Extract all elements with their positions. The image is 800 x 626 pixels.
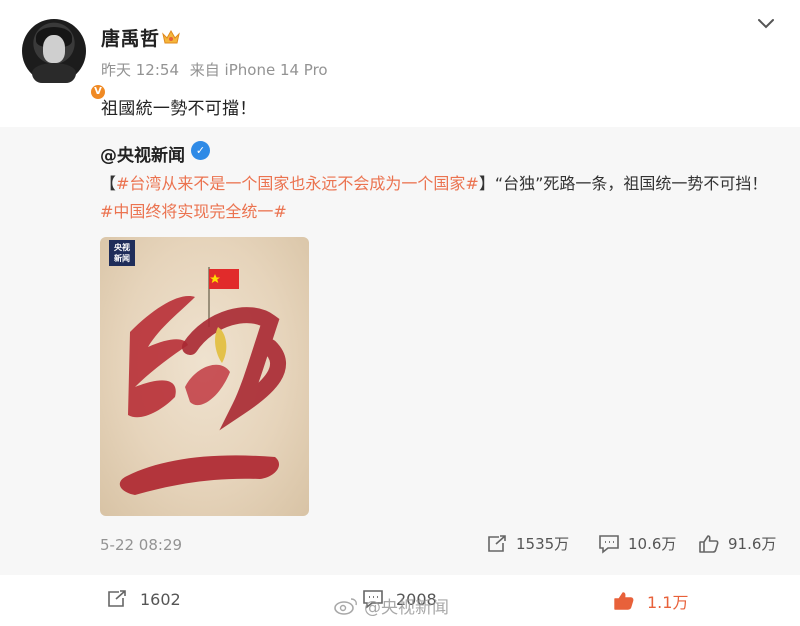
author-avatar[interactable]: V xyxy=(22,19,107,101)
weibo-logo-icon xyxy=(334,597,357,615)
repost-author[interactable]: @央视新闻 xyxy=(100,141,185,166)
repost-button[interactable]: 1602 xyxy=(106,589,181,609)
verified-check-icon: ✓ xyxy=(191,141,210,160)
post-text: 祖國統一勢不可擋！ xyxy=(101,99,257,119)
repost-text-prefix: 【 xyxy=(100,174,117,193)
post-time[interactable]: 昨天 12:54 xyxy=(101,61,179,79)
repost-count-stat[interactable]: 1535万 xyxy=(486,533,569,554)
post-meta: 昨天 12:54 来自 iPhone 14 Pro xyxy=(101,59,334,80)
comment-icon xyxy=(599,534,619,554)
like-count-stat[interactable]: 91.6万 xyxy=(698,533,776,554)
repost-text-body: 】“台独”死路一条，祖国统一势不可挡！ xyxy=(478,174,768,193)
news-image[interactable]: 央视 新闻 xyxy=(100,237,309,516)
chevron-down-icon[interactable] xyxy=(756,17,776,31)
vip-crown-icon xyxy=(162,29,180,44)
like-button[interactable]: 1.1万 xyxy=(613,589,688,613)
reposted-card[interactable]: @央视新闻 ✓ 【#台湾从来不是一个国家也永远不会成为一个国家#】“台独”死路一… xyxy=(0,127,800,575)
post-source: 来自 iPhone 14 Pro xyxy=(189,61,328,79)
comment-count-stat[interactable]: 10.6万 xyxy=(598,533,676,554)
unification-calligraphy-graphic xyxy=(119,267,286,495)
weibo-post: V 唐禹哲 昨天 12:54 来自 iPhone 14 Pro 祖國統一勢不可擋… xyxy=(0,0,800,626)
thumbs-up-icon xyxy=(614,592,634,610)
repost-icon xyxy=(488,534,506,552)
weibo-watermark: @央视新闻 xyxy=(333,593,449,618)
repost-text: 【#台湾从来不是一个国家也永远不会成为一个国家#】“台独”死路一条，祖国统一势不… xyxy=(100,170,780,226)
author-name[interactable]: 唐禹哲 xyxy=(101,24,160,51)
topic-link-1[interactable]: #台湾从来不是一个国家也永远不会成为一个国家# xyxy=(116,174,479,193)
repost-icon xyxy=(108,590,126,607)
repost-date[interactable]: 5-22 08:29 xyxy=(100,536,182,554)
thumbs-up-icon xyxy=(699,534,719,553)
action-bar: 1602 2008 1.1万 @央视新闻 xyxy=(0,575,800,626)
topic-link-2[interactable]: #中国终将实现完全统一# xyxy=(100,202,287,221)
